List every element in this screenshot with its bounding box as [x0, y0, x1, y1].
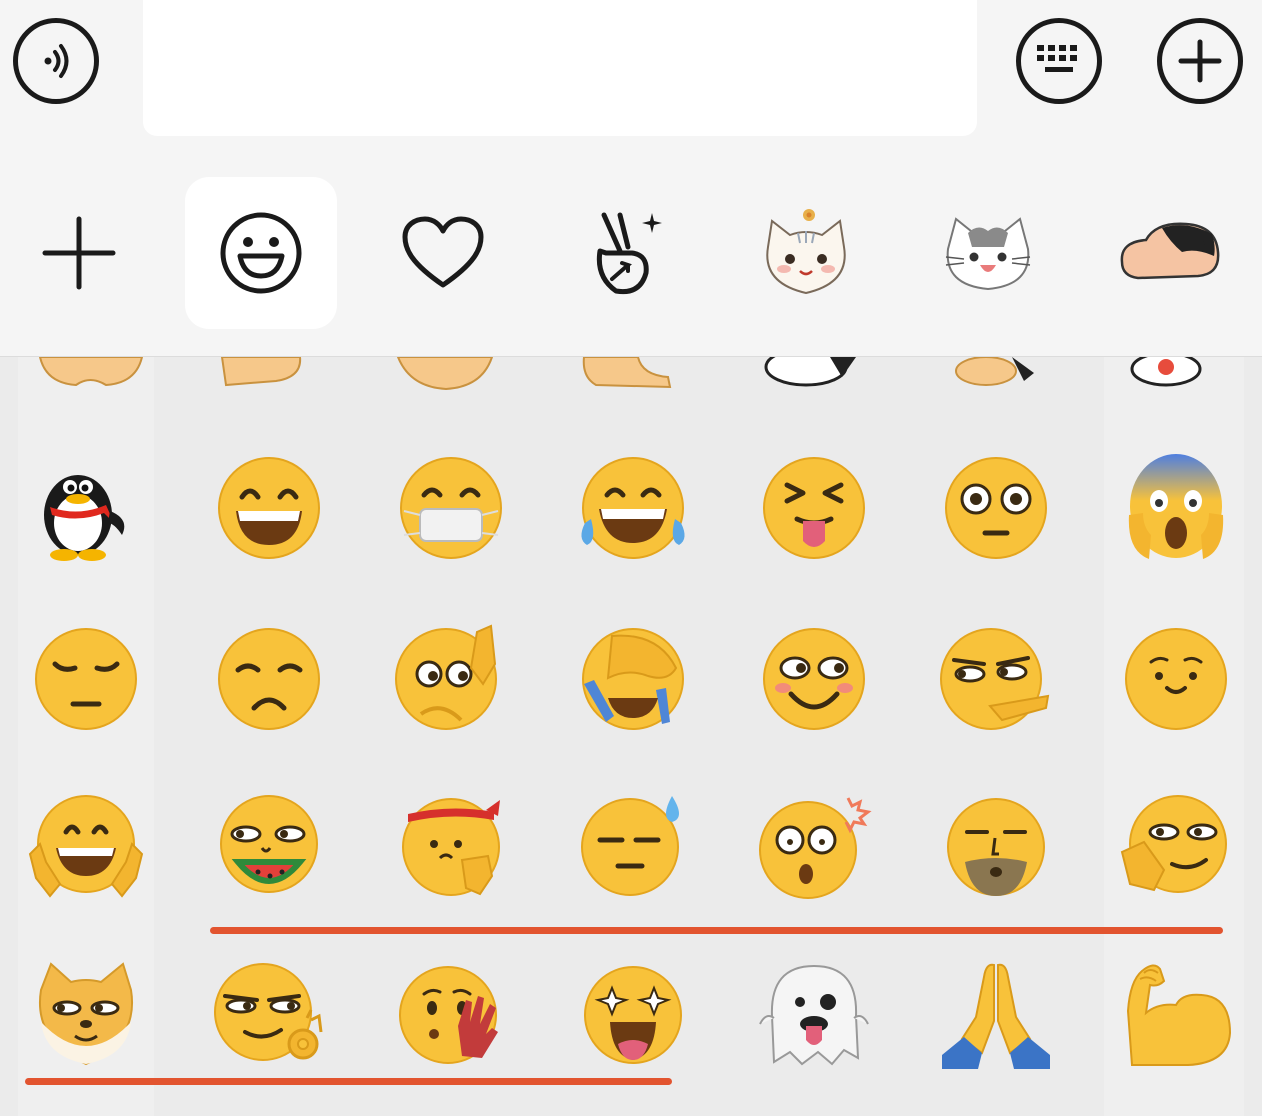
- emoji-partial[interactable]: [946, 357, 1056, 397]
- emoji-scream[interactable]: [1116, 448, 1236, 568]
- cat-sticker-icon: [766, 209, 846, 295]
- emoji-flushed[interactable]: [936, 448, 1056, 568]
- emoji-partial[interactable]: [392, 357, 502, 397]
- smiley-icon: [220, 212, 302, 294]
- emoji-ghost[interactable]: [754, 955, 874, 1075]
- tab-sticker-pack-2[interactable]: [912, 177, 1064, 329]
- emoji-partial[interactable]: [760, 357, 870, 397]
- message-input[interactable]: [143, 0, 977, 136]
- emoji-side-eye-point[interactable]: [936, 619, 1056, 739]
- keyboard-button[interactable]: [1016, 18, 1102, 104]
- emoji-partial[interactable]: [578, 357, 688, 397]
- plus-icon: [42, 216, 116, 290]
- emoji-shocked-pop[interactable]: [754, 787, 874, 907]
- emoji-grin[interactable]: [209, 448, 329, 568]
- emoji-shy[interactable]: [1116, 619, 1236, 739]
- emoji-tears-of-joy[interactable]: [573, 448, 693, 568]
- heart-icon: [402, 216, 484, 288]
- emoji-pray[interactable]: [936, 955, 1056, 1075]
- emoji-sweat-expressionless[interactable]: [573, 787, 693, 907]
- emoji-whistle-dark[interactable]: [936, 787, 1056, 907]
- keyboard-icon: [1037, 45, 1077, 72]
- emoji-peek[interactable]: [391, 619, 511, 739]
- more-button[interactable]: [1157, 18, 1243, 104]
- tab-sticker-pack-1[interactable]: [730, 177, 882, 329]
- tab-favorites[interactable]: [367, 177, 519, 329]
- emoji-tab-bar: [0, 160, 1262, 357]
- emoji-thinking-smirk[interactable]: [1116, 787, 1236, 907]
- emoji-partial[interactable]: [36, 357, 146, 397]
- emoji-star-struck[interactable]: [573, 955, 693, 1075]
- emoji-muscle[interactable]: [1116, 955, 1236, 1075]
- plus-circle-icon: [1178, 39, 1222, 83]
- emoji-penguin[interactable]: [25, 448, 145, 568]
- emoji-ok-smirk[interactable]: [209, 955, 329, 1075]
- highlight-underline: [210, 927, 1223, 934]
- tab-stickers[interactable]: [548, 177, 700, 329]
- emoji-hand-cover[interactable]: [391, 955, 511, 1075]
- emoji-doge[interactable]: [26, 955, 146, 1075]
- emoji-facepalm[interactable]: [573, 619, 693, 739]
- victory-hand-icon: [596, 212, 662, 295]
- highlight-underline: [25, 1078, 672, 1085]
- emoji-mask[interactable]: [391, 448, 511, 568]
- emoji-partial[interactable]: [216, 357, 326, 397]
- emoji-unamused[interactable]: [209, 619, 329, 739]
- voice-button[interactable]: [13, 18, 99, 104]
- voice-icon: [44, 44, 69, 78]
- cartoon-boy-sticker-icon: [1120, 222, 1220, 280]
- emoji-partial[interactable]: [1126, 357, 1236, 397]
- cat-sticker-icon: [945, 217, 1031, 291]
- tab-emoji[interactable]: [185, 177, 337, 329]
- input-bar: [0, 0, 1262, 160]
- emoji-peace-hands[interactable]: [26, 787, 146, 907]
- tab-add[interactable]: [3, 177, 155, 329]
- emoji-smirk-blush[interactable]: [754, 619, 874, 739]
- emoji-watermelon[interactable]: [209, 787, 329, 907]
- tab-sticker-pack-3[interactable]: [1095, 177, 1247, 329]
- emoji-headband-fist[interactable]: [391, 787, 511, 907]
- emoji-grid: [0, 357, 1262, 1116]
- emoji-pensive[interactable]: [26, 619, 146, 739]
- emoji-squint-tongue[interactable]: [754, 448, 874, 568]
